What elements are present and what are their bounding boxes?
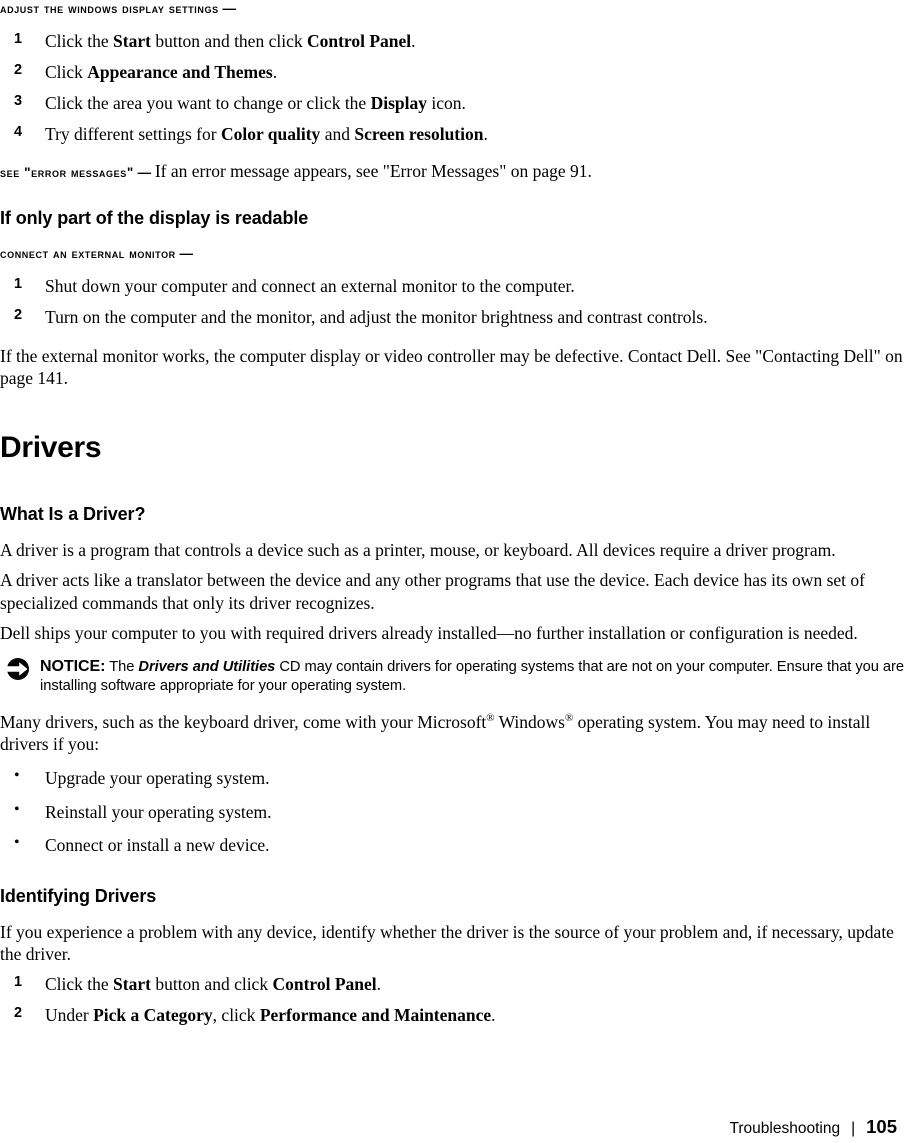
registered-mark-microsoft: ®: [486, 712, 495, 725]
list-text: Turn on the computer and the monitor, an…: [45, 306, 708, 327]
ordered-list-identifying-drivers: 1 Click the Start button and click Contr…: [0, 973, 909, 1026]
footer-section-name: Troubleshooting: [729, 1120, 841, 1137]
notice-callout: NOTICE: The Drivers and Utilities CD may…: [0, 656, 909, 697]
list-item: 1 Click the Start button and then click …: [0, 30, 909, 52]
list-number: 1: [14, 974, 23, 991]
chapter-title-drivers: Drivers: [0, 431, 102, 465]
runin-dash: —: [218, 1, 236, 16]
step-bold-appearance-themes: Appearance and Themes: [87, 61, 273, 82]
step-text-post: .: [272, 61, 278, 82]
footer-separator: |: [851, 1120, 856, 1137]
notice-text-before: The: [105, 659, 139, 676]
step-text-mid: , click: [212, 1005, 260, 1026]
paragraph-external-monitor-followup: If the external monitor works, the compu…: [0, 345, 903, 389]
step-text-pre: Click: [45, 61, 88, 82]
runin-body-text: If an error message appears, see "Error …: [154, 161, 592, 182]
section-adjust-display-settings: Adjust the Windows display settings — 1 …: [0, 0, 909, 145]
many-drivers-part1: Many drivers, such as the keyboard drive…: [0, 711, 487, 732]
step-bold-performance-maintenance: Performance and Maintenance: [259, 1005, 492, 1026]
step-text-post: .: [411, 30, 416, 51]
step-bold-color-quality: Color quality: [220, 124, 321, 145]
list-item: 1 Shut down your computer and connect an…: [0, 275, 909, 297]
step-text-pre: Click the: [45, 30, 114, 51]
list-text: Try different settings for Color quality…: [45, 124, 488, 144]
list-item: 2 Turn on the computer and the monitor, …: [0, 306, 909, 328]
step-text-mid: and: [320, 124, 355, 145]
step-text-pre: Try different settings for: [45, 124, 221, 145]
step-text-pre: Click the: [45, 974, 114, 995]
step-bold-start: Start: [113, 974, 151, 995]
list-text: Click the Start button and then click Co…: [45, 31, 416, 51]
bullet-list-driver-install-reasons: • Upgrade your operating system. • Reins…: [0, 767, 909, 856]
runin-heading-see-error-messages: See "Error Messages" — If an error messa…: [0, 160, 909, 183]
list-number: 1: [14, 30, 23, 47]
list-item: 4 Try different settings for Color quali…: [0, 123, 909, 145]
bullet-icon: •: [14, 833, 20, 851]
list-number: 1: [14, 275, 23, 292]
registered-mark-windows: ®: [564, 712, 574, 725]
runin-dash: —: [175, 245, 194, 261]
ordered-list-adjust-display: 1 Click the Start button and then click …: [0, 30, 909, 146]
bullet-icon: •: [14, 767, 20, 785]
list-item: 2 Under Pick a Category, click Performan…: [0, 1004, 909, 1026]
list-text: Reinstall your operating system.: [45, 801, 272, 822]
list-number: 2: [14, 61, 23, 78]
heading-what-is-a-driver: What Is a Driver?: [0, 504, 146, 525]
step-text-mid: icon: [426, 92, 462, 113]
list-text: Click Appearance and Themes.: [45, 62, 277, 82]
bullet-icon: •: [14, 800, 20, 818]
paragraph-driver-definition: A driver is a program that controls a de…: [0, 540, 836, 561]
ordered-list-connect-monitor: 1 Shut down your computer and connect an…: [0, 275, 909, 328]
footer-page-number: 105: [866, 1116, 897, 1137]
list-number: 3: [14, 92, 23, 109]
list-text: Click the Start button and click Control…: [45, 974, 381, 994]
step-text-mid: button and click: [150, 974, 273, 995]
paragraph-dell-ships-drivers: Dell ships your computer to you with req…: [0, 622, 858, 643]
step-bold-pick-a-category: Pick a Category: [93, 1005, 213, 1026]
list-number: 2: [14, 306, 23, 323]
page-footer: Troubleshooting | 105: [0, 1116, 898, 1138]
list-item: • Connect or install a new device.: [0, 834, 909, 856]
step-bold-display: Display: [370, 92, 427, 113]
step-bold-control-panel: Control Panel: [272, 974, 377, 995]
list-number: 2: [14, 1005, 23, 1022]
list-text: Upgrade your operating system.: [45, 768, 270, 789]
list-item: • Upgrade your operating system.: [0, 767, 909, 789]
notice-arrow-icon: [6, 657, 30, 681]
list-item: 1 Click the Start button and click Contr…: [0, 973, 909, 995]
step-text-mid: button and then click: [150, 30, 307, 51]
many-drivers-part2: Windows: [494, 711, 565, 732]
runin-heading-text: See "Error Messages": [0, 165, 134, 181]
runin-heading-adjust-display: Adjust the Windows display settings —: [0, 0, 909, 18]
step-text-post: .: [461, 92, 466, 113]
paragraph-driver-translator: A driver acts like a translator between …: [0, 570, 865, 613]
list-text: Shut down your computer and connect an e…: [45, 275, 575, 296]
step-text-pre: Under: [45, 1005, 94, 1026]
runin-heading-connect-external-monitor: Connect an external monitor —: [0, 245, 909, 263]
paragraph-many-drivers: Many drivers, such as the keyboard drive…: [0, 711, 909, 755]
step-bold-control-panel: Control Panel: [306, 30, 412, 51]
runin-heading-text: Connect an external monitor: [0, 245, 176, 261]
heading-partial-display-readable: If only part of the display is readable: [0, 208, 309, 229]
list-text: Under Pick a Category, click Performance…: [45, 1005, 496, 1025]
step-text-pre: Click the area you want to change or cli…: [45, 92, 371, 113]
step-text-post: .: [483, 124, 488, 145]
step-text-post: .: [376, 974, 382, 995]
notice-label: NOTICE:: [40, 658, 106, 676]
list-item: 3 Click the area you want to change or c…: [0, 92, 909, 114]
list-item: • Reinstall your operating system.: [0, 801, 909, 823]
step-bold-screen-resolution: Screen resolution: [354, 124, 484, 145]
list-item: 2 Click Appearance and Themes.: [0, 61, 909, 83]
notice-italic-title: Drivers and Utilities: [138, 659, 276, 676]
runin-dash: —: [133, 165, 155, 181]
paragraph-identifying-drivers-intro: If you experience a problem with any dev…: [0, 921, 894, 964]
list-number: 4: [14, 124, 23, 141]
list-text: Click the area you want to change or cli…: [45, 93, 466, 113]
step-bold-start: Start: [113, 30, 151, 51]
heading-identifying-drivers: Identifying Drivers: [0, 885, 157, 906]
document-page: Adjust the Windows display settings — 1 …: [0, 0, 909, 1143]
runin-heading-text: Adjust the Windows display settings: [0, 1, 219, 16]
step-text-post: .: [491, 1005, 496, 1026]
list-text: Connect or install a new device.: [45, 834, 270, 855]
